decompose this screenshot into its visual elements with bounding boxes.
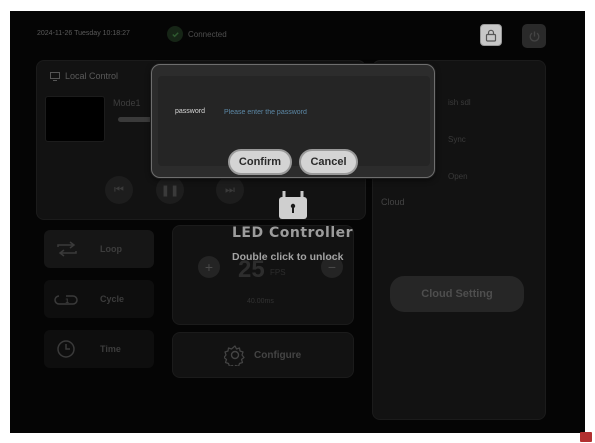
local-control-title: Local Control bbox=[50, 71, 118, 81]
gear-icon bbox=[224, 345, 245, 366]
mode-label-cycle: Cycle bbox=[100, 294, 125, 304]
right-panel-row-2: Sync bbox=[448, 135, 466, 144]
unlock-hint[interactable]: Double click to unlock bbox=[232, 251, 343, 263]
right-panel-row-3: Open bbox=[448, 172, 468, 181]
password-dialog-body bbox=[158, 76, 430, 166]
lock-button[interactable] bbox=[480, 24, 502, 46]
check-icon bbox=[167, 26, 183, 42]
mode-button-loop[interactable]: Loop bbox=[44, 230, 154, 268]
password-label: password bbox=[175, 108, 205, 115]
password-input[interactable] bbox=[224, 103, 414, 121]
cloud-setting-button[interactable]: Cloud Setting bbox=[390, 276, 524, 312]
skip-forward-icon: ⏭ bbox=[225, 183, 235, 196]
mode-label-time: Time bbox=[100, 344, 121, 354]
skip-back-icon: ⏮ bbox=[114, 183, 124, 196]
power-button[interactable] bbox=[522, 24, 546, 48]
fps-interval: 40.00ms bbox=[247, 298, 274, 305]
monitor-icon bbox=[50, 71, 60, 81]
clock-icon bbox=[57, 340, 75, 358]
pause-icon: ❚❚ bbox=[160, 184, 180, 197]
confirm-button[interactable]: Confirm bbox=[228, 149, 292, 175]
cancel-button[interactable]: Cancel bbox=[299, 149, 358, 175]
loop-icon bbox=[57, 241, 77, 257]
plus-icon: + bbox=[204, 259, 214, 275]
connection-status: Connected bbox=[167, 26, 227, 42]
mode-button-cycle[interactable]: 1 Cycle bbox=[44, 280, 154, 318]
fps-unit: FPS bbox=[270, 268, 286, 277]
local-control-label: Local Control bbox=[65, 71, 119, 81]
corner-badge bbox=[580, 432, 592, 442]
configure-label: Configure bbox=[254, 349, 302, 361]
datetime-label: 2024-11-26 Tuesday 10:18:27 bbox=[37, 30, 130, 37]
pause-button[interactable]: ❚❚ bbox=[156, 176, 184, 204]
power-icon bbox=[529, 31, 539, 42]
padlock-icon bbox=[279, 191, 307, 219]
mode-button-time[interactable]: Time bbox=[44, 330, 154, 368]
right-panel-row-1: ish sdl bbox=[448, 98, 471, 107]
cloud-label: Cloud bbox=[381, 197, 405, 207]
mode-label: Mode1 bbox=[113, 98, 141, 108]
svg-text:1: 1 bbox=[65, 298, 69, 305]
cycle-icon: 1 bbox=[54, 295, 78, 305]
fps-increase-button[interactable]: + bbox=[198, 256, 220, 278]
preview-screen bbox=[45, 96, 105, 142]
mode-label-loop: Loop bbox=[100, 244, 122, 254]
configure-button[interactable]: Configure bbox=[224, 344, 301, 366]
connection-label: Connected bbox=[188, 29, 227, 39]
next-button[interactable]: ⏭ bbox=[216, 176, 244, 204]
password-dialog: password Confirm Cancel bbox=[151, 64, 435, 178]
prev-button[interactable]: ⏮ bbox=[105, 176, 133, 204]
lock-title: LED Controller bbox=[232, 225, 354, 241]
lock-icon bbox=[485, 29, 497, 42]
